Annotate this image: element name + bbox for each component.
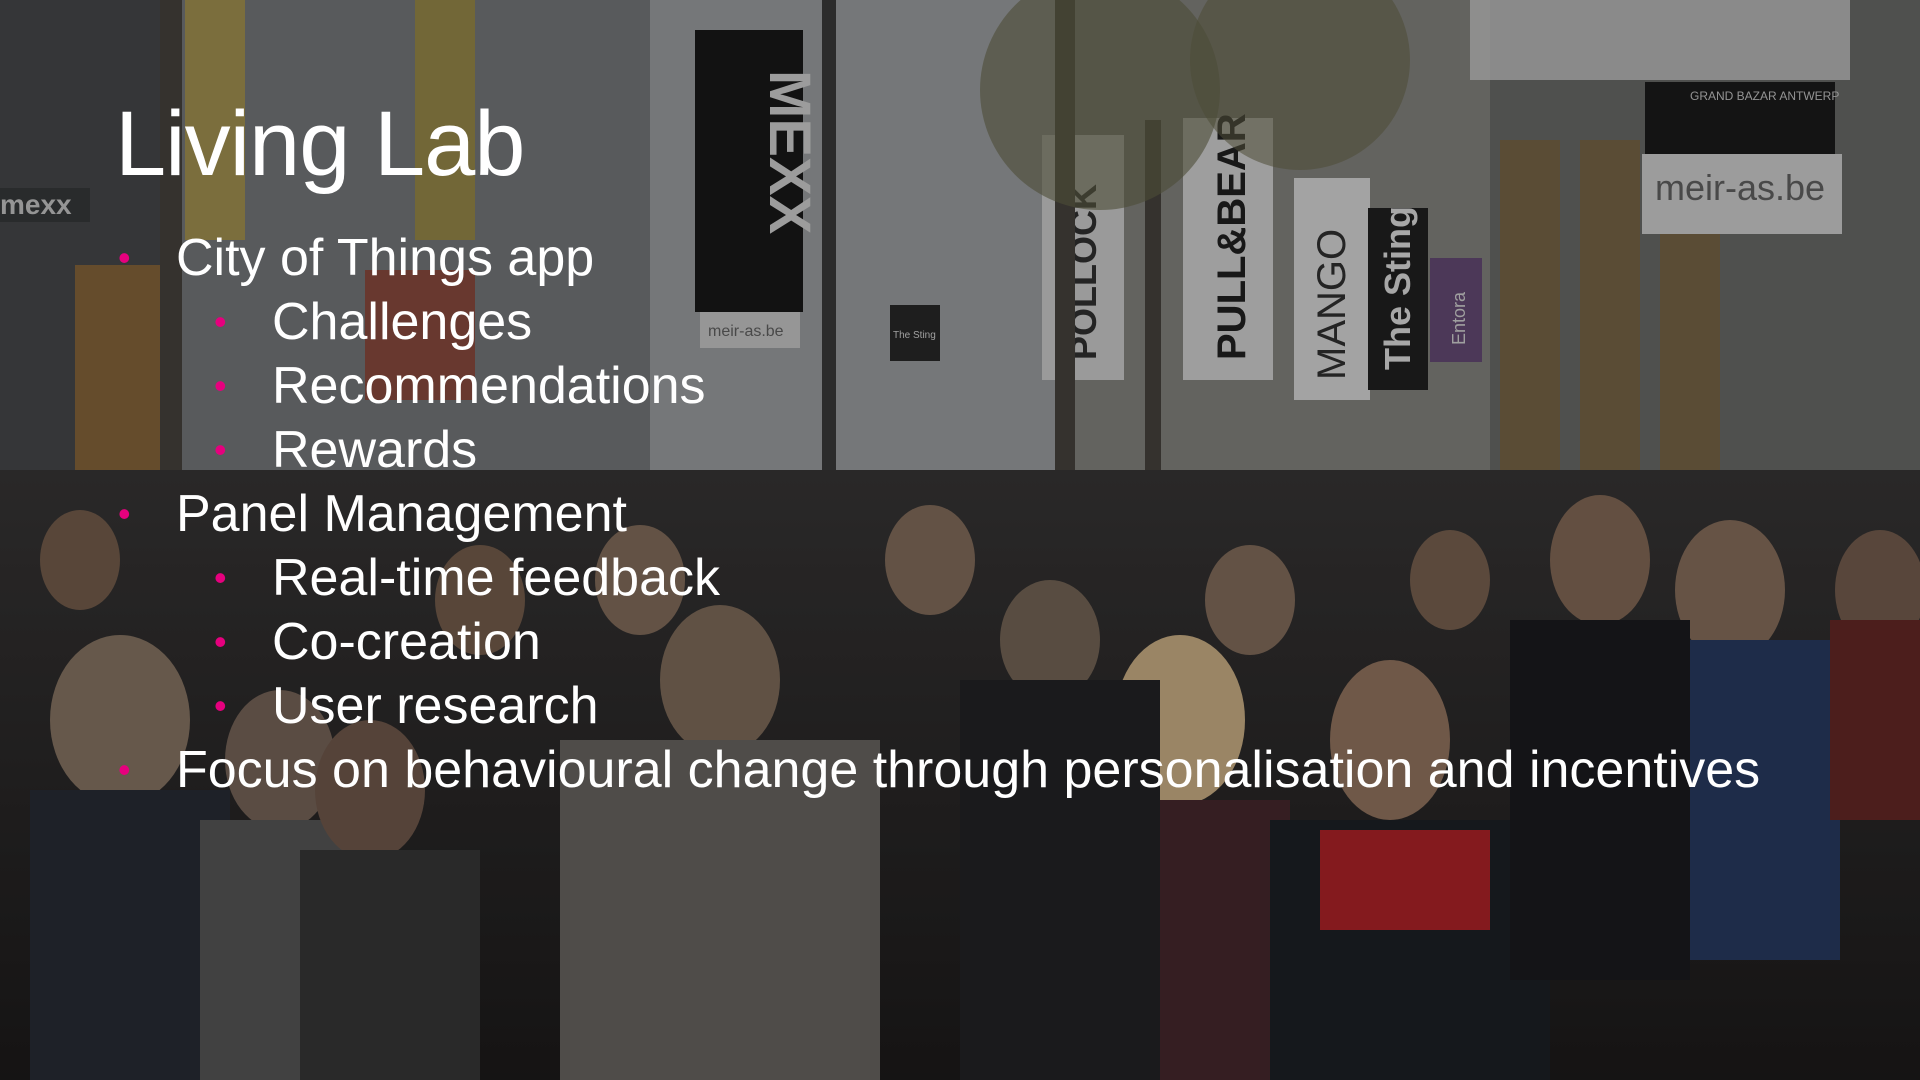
bullet-item-recommendations: • Recommendations (0, 354, 1760, 418)
bullet-dot-icon: • (214, 557, 227, 598)
bullet-item-behavioural-change: • Focus on behavioural change through per… (0, 738, 1760, 802)
bullet-dot-icon: • (214, 301, 227, 342)
bullet-dot-icon: • (214, 429, 227, 470)
bullet-dot-icon: • (118, 237, 131, 278)
bullet-item-real-time-feedback: • Real-time feedback (0, 546, 1760, 610)
bullet-dot-icon: • (214, 621, 227, 662)
bullet-dot-icon: • (118, 493, 131, 534)
slide-title: Living Lab (115, 93, 525, 195)
bullet-item-panel-management: • Panel Management (0, 482, 1760, 546)
slide: MEXX meir-as.be mexx POLLOCK PULL&BEAR M… (0, 0, 1920, 1080)
bullet-item-co-creation: • Co-creation (0, 610, 1760, 674)
bullet-dot-icon: • (118, 749, 131, 790)
bullet-list: • City of Things app • Challenges • Recomme… (0, 226, 1760, 802)
bullet-item-user-research: • User research (0, 674, 1760, 738)
bullet-item-challenges: • Challenges (0, 290, 1760, 354)
bullet-dot-icon: • (214, 685, 227, 726)
bullet-dot-icon: • (214, 365, 227, 406)
bullet-item-city-of-things-app: • City of Things app (0, 226, 1760, 290)
bullet-item-rewards: • Rewards (0, 418, 1760, 482)
